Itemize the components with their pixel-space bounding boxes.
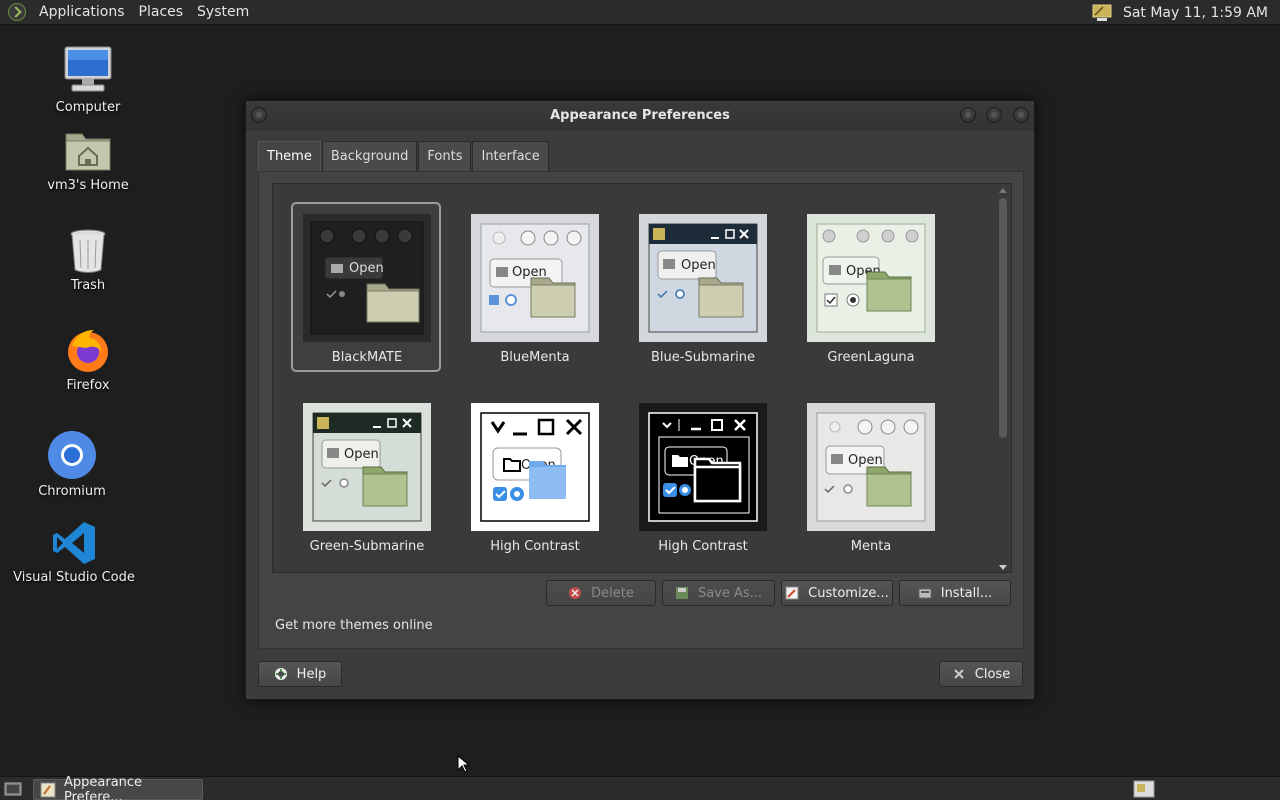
desktop-icon-home[interactable]: vm3's Home — [23, 126, 153, 193]
delete-button[interactable]: Delete — [546, 580, 656, 606]
theme-item-bluementa[interactable]: Open BlueMenta — [460, 214, 610, 365]
theme-item-blue-submarine[interactable]: Open Blue-Submarine — [628, 214, 778, 365]
desktop-icon-label: Computer — [55, 100, 121, 115]
save-as-button[interactable]: Save As... — [662, 580, 775, 606]
theme-item-high-contrast[interactable]: Open High Contrast — [460, 403, 610, 554]
workspace-switcher-icon[interactable] — [1133, 780, 1155, 798]
svg-text:Open: Open — [349, 261, 384, 276]
scroll-up-arrow-icon[interactable] — [999, 188, 1007, 193]
theme-thumbnail-blue-submarine-icon: Open — [639, 214, 767, 342]
close-icon — [952, 667, 966, 681]
places-menu[interactable]: Places — [132, 0, 191, 25]
mate-logo-icon[interactable] — [8, 3, 26, 21]
delete-button-label: Delete — [591, 585, 634, 601]
minimize-button[interactable] — [960, 107, 976, 123]
vscode-icon — [51, 520, 97, 566]
home-folder-icon — [63, 126, 113, 174]
theme-name: BlackMATE — [331, 350, 403, 365]
theme-item-high-contrast-inverse[interactable]: Open High Contrast — [628, 403, 778, 554]
help-icon — [274, 667, 288, 681]
firefox-icon — [64, 326, 112, 374]
help-button[interactable]: Help — [258, 661, 342, 687]
svg-text:Open: Open — [848, 453, 883, 468]
window-content: Theme Background Fonts Interface Open Bl… — [258, 141, 1024, 649]
window-title: Appearance Preferences — [550, 108, 730, 123]
desktop-icon-label: vm3's Home — [47, 178, 129, 193]
desktop-icon-firefox[interactable]: Firefox — [23, 326, 153, 393]
network-icon[interactable] — [1091, 3, 1113, 23]
install-button-label: Install... — [940, 585, 993, 601]
appearance-preferences-window: Appearance Preferences Theme Background … — [245, 100, 1035, 700]
theme-thumbnail-greenlaguna-icon: Open — [807, 214, 935, 342]
system-menu[interactable]: System — [190, 0, 256, 25]
clock[interactable]: Sat May 11, 1:59 AM — [1123, 5, 1268, 21]
taskbar-item-label: Appearance Prefere... — [64, 774, 143, 800]
mouse-cursor-icon — [457, 754, 471, 777]
theme-thumbnail-bluementa-icon: Open — [471, 214, 599, 342]
theme-name: Menta — [850, 539, 892, 554]
help-button-label: Help — [296, 666, 327, 682]
tab-fonts[interactable]: Fonts — [418, 141, 472, 171]
desktop-icon-label: Trash — [70, 278, 106, 293]
trash-icon — [68, 228, 108, 274]
scroll-thumb[interactable] — [999, 198, 1007, 438]
desktop-icon-vscode[interactable]: Visual Studio Code — [9, 520, 139, 585]
desktop-icon-label: Chromium — [38, 484, 106, 499]
theme-thumbnail-blackmate-icon: Open — [303, 214, 431, 342]
close-button[interactable]: Close — [939, 661, 1023, 687]
tab-background[interactable]: Background — [321, 141, 418, 171]
customize-button[interactable]: Customize... — [781, 580, 893, 606]
taskbar-item-appearance-preferences[interactable]: Appearance Prefere... — [33, 775, 203, 800]
theme-name: BlueMenta — [500, 350, 570, 365]
theme-thumbnail-high-contrast-icon: Open — [471, 403, 599, 531]
desktop-icon-chromium[interactable]: Chromium — [7, 430, 137, 499]
theme-name: Green-Submarine — [309, 539, 425, 554]
show-desktop-icon[interactable] — [4, 780, 22, 798]
theme-tab-panel: Open BlackMATE Open BlueMenta Open Blue-… — [258, 171, 1024, 649]
theme-name: Blue-Submarine — [650, 350, 756, 365]
customize-icon — [785, 586, 799, 600]
desktop-icon-trash[interactable]: Trash — [23, 228, 153, 293]
tab-theme[interactable]: Theme — [258, 141, 321, 171]
theme-name: High Contrast — [658, 539, 748, 554]
save-as-button-label: Save As... — [697, 585, 763, 601]
maximize-button[interactable] — [986, 107, 1002, 123]
install-icon — [918, 586, 932, 600]
theme-item-blackmate[interactable]: Open BlackMATE — [291, 202, 442, 372]
save-icon — [675, 586, 689, 600]
scroll-down-arrow-icon[interactable] — [999, 565, 1007, 570]
delete-icon — [568, 586, 582, 600]
install-button[interactable]: Install... — [899, 580, 1011, 606]
chromium-icon — [47, 430, 97, 480]
theme-thumbnail-green-submarine-icon: Open — [303, 403, 431, 531]
get-more-themes-link[interactable]: Get more themes online — [275, 618, 433, 633]
desktop-icon-computer[interactable]: Computer — [23, 44, 153, 115]
theme-thumbnail-menta-icon: Open — [807, 403, 935, 531]
top-panel: Applications Places System Sat May 11, 1… — [0, 0, 1280, 25]
desktop-icon-label: Firefox — [66, 378, 110, 393]
theme-list-scrollbar[interactable] — [998, 188, 1008, 570]
theme-thumbnail-high-contrast-inverse-icon: Open — [639, 403, 767, 531]
computer-icon — [62, 44, 114, 96]
theme-name: High Contrast — [490, 539, 580, 554]
appearance-preferences-icon — [40, 782, 56, 798]
svg-text:Open: Open — [681, 258, 716, 273]
theme-item-menta[interactable]: Open Menta — [796, 403, 946, 554]
close-window-button[interactable] — [1013, 107, 1029, 123]
theme-item-green-submarine[interactable]: Open Green-Submarine — [292, 403, 442, 554]
theme-item-greenlaguna[interactable]: Open GreenLaguna — [796, 214, 946, 365]
svg-text:Open: Open — [344, 447, 379, 462]
bottom-taskbar: Appearance Prefere... — [0, 775, 1280, 800]
applications-menu[interactable]: Applications — [32, 0, 132, 25]
window-titlebar[interactable]: Appearance Preferences — [246, 101, 1034, 131]
tab-bar: Theme Background Fonts Interface — [258, 141, 550, 171]
customize-button-label: Customize... — [808, 585, 889, 601]
close-button-label: Close — [974, 666, 1011, 682]
tab-interface[interactable]: Interface — [472, 141, 549, 171]
desktop-icon-label: Visual Studio Code — [13, 570, 135, 585]
theme-name: GreenLaguna — [827, 350, 915, 365]
theme-list[interactable]: Open BlackMATE Open BlueMenta Open Blue-… — [272, 183, 1012, 573]
